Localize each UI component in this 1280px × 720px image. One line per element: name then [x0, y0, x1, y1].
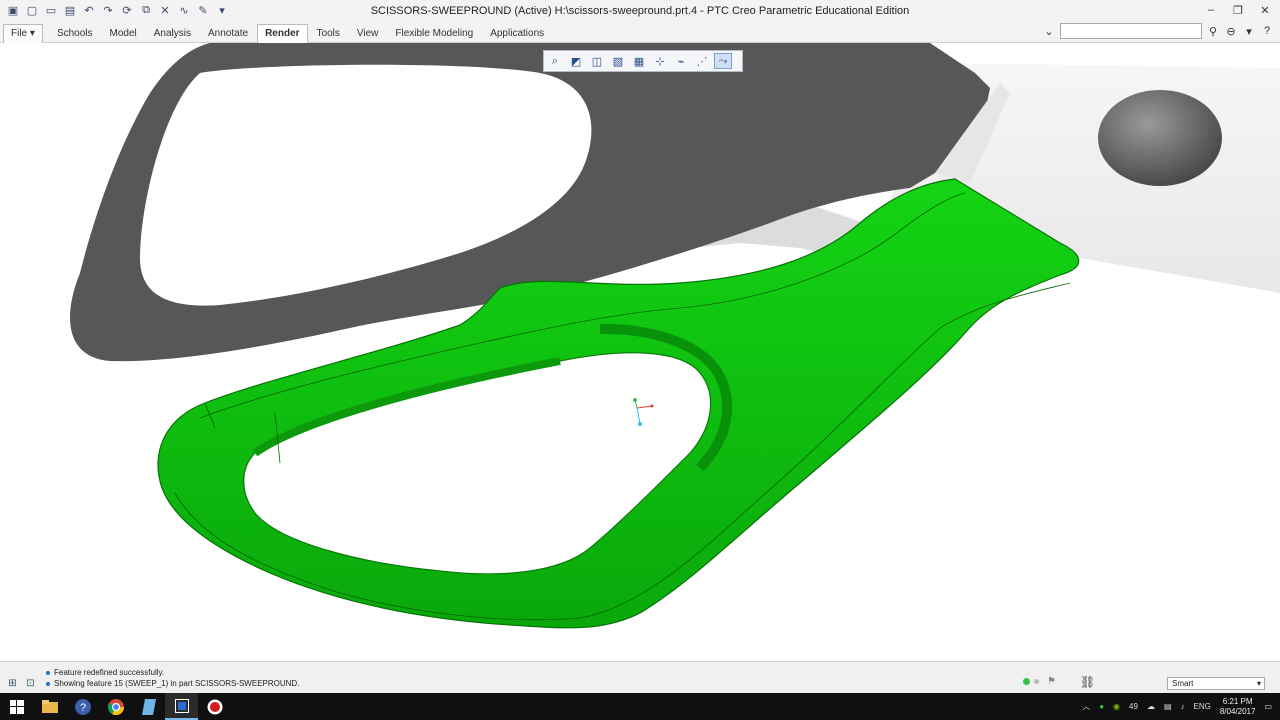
navigator-icon[interactable]: ⊞ [6, 677, 19, 690]
repaint-icon[interactable]: ▧ [609, 53, 627, 69]
search-icon[interactable]: ⚲ [1206, 24, 1220, 38]
info-bullet-icon [46, 681, 50, 686]
selection-filter-value: Smart [1172, 679, 1194, 688]
selection-filter-select[interactable]: Smart ▾ [1167, 677, 1265, 690]
collapse-ribbon-icon[interactable]: ⌄ [1042, 24, 1056, 38]
volume-icon[interactable]: ♪ [1181, 702, 1185, 711]
window-controls: – ❐ ✕ [1204, 3, 1272, 17]
title-bar: ▣ ▢ ▭ ▤ ↶ ↷ ⟳ ⧉ ✕ ∿ ✎ ▾ SCISSORS-SWEEPRO… [0, 0, 1280, 23]
model-viewport [70, 43, 1280, 629]
info-bullet-icon [46, 670, 50, 675]
tab-flexible-modeling[interactable]: Flexible Modeling [387, 24, 481, 44]
tab-applications[interactable]: Applications [482, 24, 552, 44]
nvidia-icon[interactable]: ◉ [1113, 702, 1120, 711]
file-label: File [11, 28, 28, 39]
file-explorer-icon[interactable] [33, 693, 66, 720]
zoom-in-icon[interactable]: ◩ [567, 53, 585, 69]
tab-model[interactable]: Model [102, 24, 145, 44]
security-icon[interactable]: ● [1099, 702, 1104, 711]
find-icon[interactable]: ⛓ [1080, 675, 1095, 689]
message-text: Showing feature 15 (SWEEP_1) in part SCI… [54, 679, 300, 688]
cloud-icon[interactable]: ☁ [1147, 702, 1155, 711]
svg-text:?: ? [79, 702, 85, 714]
window-title: SCISSORS-SWEEPROUND (Active) H:\scissors… [370, 5, 910, 17]
help-icon[interactable]: ⊖ [1224, 24, 1238, 38]
message-line: Feature redefined successfully. [46, 667, 299, 678]
chrome-icon[interactable] [99, 693, 132, 720]
tab-view[interactable]: View [349, 24, 387, 44]
annotation-display-icon[interactable]: ⋰ [693, 53, 711, 69]
tab-annotate[interactable]: Annotate [200, 24, 256, 44]
regen-ok-icon [1023, 678, 1030, 685]
clock[interactable]: 6:21 PM 8/04/2017 [1220, 697, 1256, 717]
notifications-icon[interactable]: ▭ [1264, 702, 1272, 711]
help-question-icon[interactable]: ? [1260, 24, 1274, 38]
browser-icon[interactable]: ⊡ [24, 677, 37, 690]
active-window-icon[interactable] [165, 693, 198, 720]
tray-count: 49 [1129, 702, 1138, 711]
chevron-down-icon: ▾ [1256, 679, 1261, 688]
file-menu-button[interactable]: File ▾ [3, 24, 43, 44]
datum-display-icon[interactable]: ⌁ [672, 53, 690, 69]
regen-idle-icon [1034, 679, 1039, 684]
chevron-up-icon[interactable]: ︿ [1082, 701, 1090, 712]
saved-orientations-icon[interactable]: ▦ [630, 53, 648, 69]
chevron-down-icon: ▾ [29, 28, 35, 39]
ribbon-tabs: File ▾ Schools Model Analysis Annotate R… [0, 22, 1280, 44]
start-icon[interactable] [0, 693, 33, 720]
tab-analysis[interactable]: Analysis [146, 24, 199, 44]
message-text: Feature redefined successfully. [54, 668, 165, 677]
creo-app-icon[interactable]: ? [66, 693, 99, 720]
spin-center-icon[interactable]: ⤳ [714, 53, 732, 69]
notes-app-icon[interactable] [132, 693, 165, 720]
flag-icon[interactable]: ⚑ [1047, 676, 1056, 687]
clock-date: 8/04/2017 [1219, 706, 1256, 716]
minimize-icon[interactable]: – [1204, 3, 1218, 17]
zoom-out-icon[interactable]: ◫ [588, 53, 606, 69]
recorder-icon[interactable] [198, 693, 231, 720]
display-style-icon[interactable]: ⊹ [651, 53, 669, 69]
help-dropdown-icon[interactable]: ▾ [1242, 24, 1256, 38]
restore-icon[interactable]: ❐ [1231, 3, 1245, 17]
message-line: Showing feature 15 (SWEEP_1) in part SCI… [46, 678, 299, 689]
tab-schools[interactable]: Schools [49, 24, 101, 44]
refit-icon[interactable]: ⌕ [546, 53, 564, 69]
graphics-toolbar: ⌕ ◩ ◫ ▧ ▦ ⊹ ⌁ ⋰ ⤳ [543, 50, 743, 72]
search-input[interactable] [1060, 23, 1202, 39]
language-indicator[interactable]: ENG [1194, 702, 1211, 711]
message-area: Feature redefined successfully. Showing … [46, 667, 299, 689]
tab-tools[interactable]: Tools [309, 24, 348, 44]
tab-render[interactable]: Render [257, 24, 308, 44]
system-tray: ︿ ● ◉ 49 ☁ ▤ ♪ ENG 6:21 PM 8/04/2017 ▭ [1082, 693, 1272, 720]
clock-time: 6:21 PM [1222, 696, 1253, 706]
status-bar: ⊞ ⊡ Feature redefined successfully. Show… [0, 661, 1280, 694]
graphics-window[interactable] [0, 43, 1280, 661]
windows-taskbar: ? ︿ ● ◉ 49 ☁ ▤ ♪ ENG 6:21 PM 8/04/2017 ▭ [0, 693, 1280, 720]
close-window-icon[interactable]: ✕ [1258, 3, 1272, 17]
regeneration-status[interactable] [1023, 678, 1039, 685]
network-icon[interactable]: ▤ [1164, 702, 1172, 711]
